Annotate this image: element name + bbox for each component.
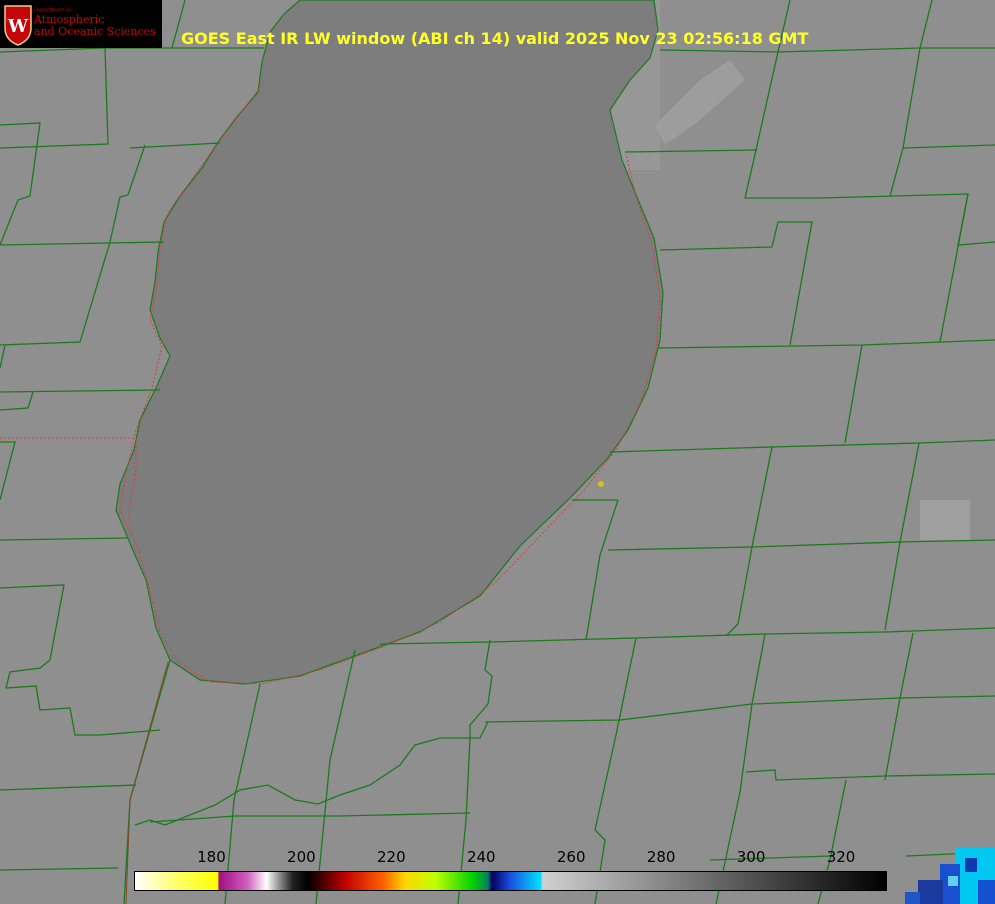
colorbar-tick-label: 260	[556, 848, 586, 866]
colorbar-tick-label: 320	[826, 848, 856, 866]
location-marker	[598, 481, 604, 487]
colorbar-tick-label: 300	[736, 848, 766, 866]
uw-shield-icon: W	[4, 5, 32, 46]
colorbar-tick-label: 200	[287, 848, 316, 866]
colorbar-tick-label: 240	[466, 848, 496, 866]
image-title: GOES East IR LW window (ABI ch 14) valid…	[181, 29, 809, 48]
colorbar-tick-label: 280	[646, 848, 676, 866]
logo-line2: and Oceanic Sciences	[34, 25, 156, 39]
uw-aos-logo: W Department of Atmospheric and Oceanic …	[0, 0, 162, 48]
colorbar-tick-label: 180	[197, 848, 226, 866]
bright-patch	[920, 500, 970, 540]
colorbar	[134, 871, 887, 891]
colorbar-tick-label: 220	[377, 848, 406, 866]
svg-text:W: W	[7, 16, 29, 37]
satellite-map	[0, 0, 995, 904]
